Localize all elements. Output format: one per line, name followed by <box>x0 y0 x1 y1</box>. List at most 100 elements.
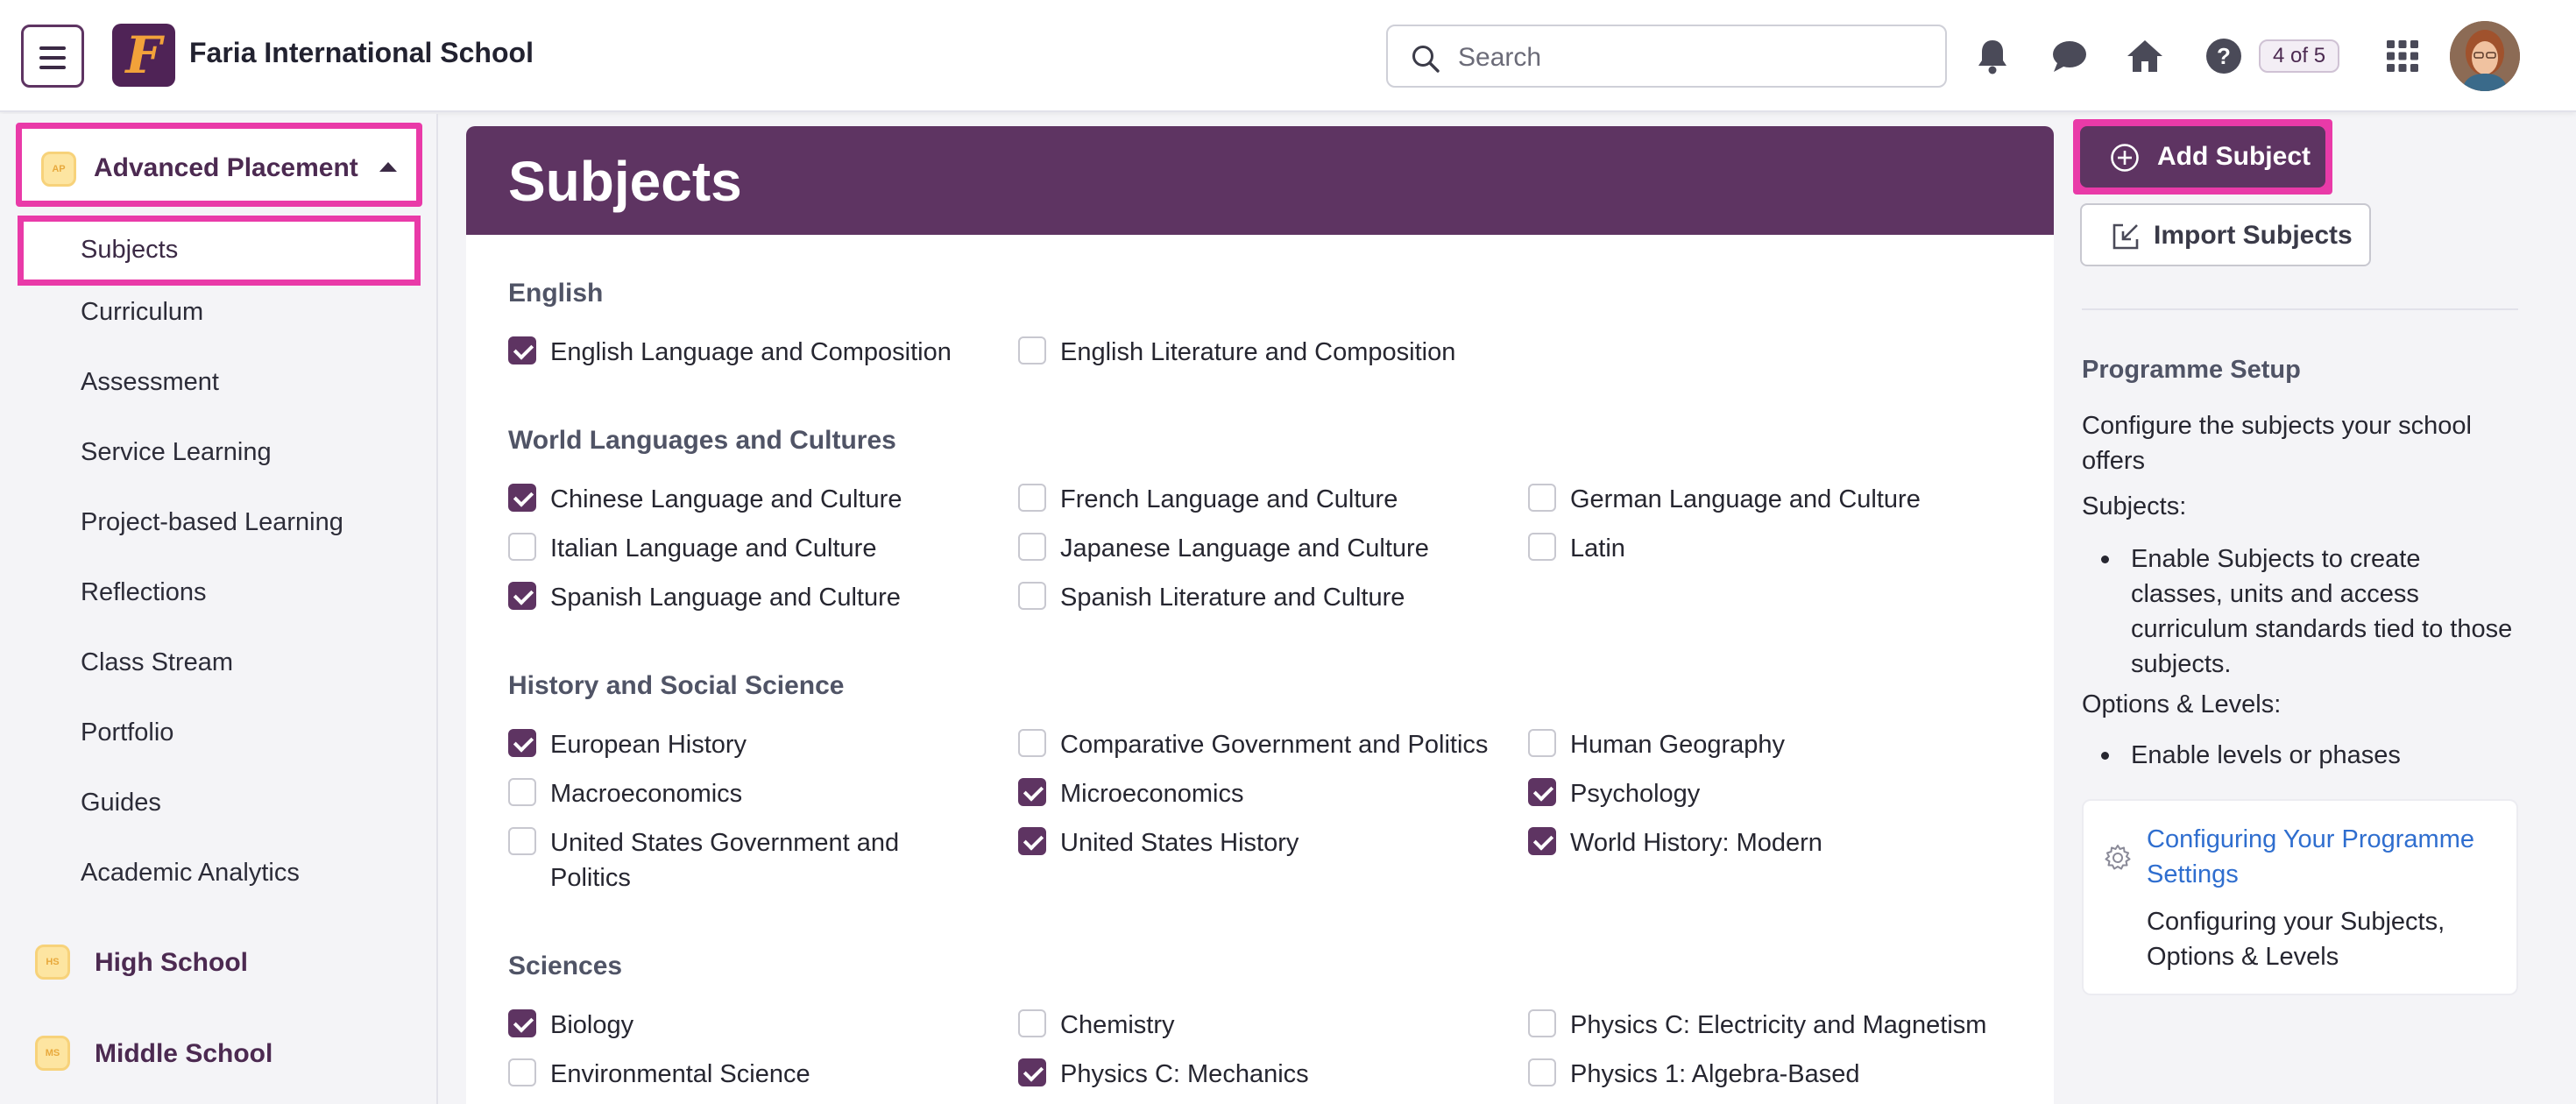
home-icon[interactable] <box>2124 35 2166 77</box>
subject-label: United States Government and Politics <box>550 829 900 892</box>
school-logo[interactable]: F <box>112 24 175 87</box>
subject-checkbox[interactable] <box>1528 778 1556 806</box>
subject-checkbox[interactable] <box>508 533 536 561</box>
programme-setup-title: Programme Setup <box>2082 356 2301 384</box>
sidebar-item-reflections[interactable]: Reflections <box>81 578 206 607</box>
programme-setup-description: Configure the subjects your school offer… <box>2082 412 2472 475</box>
subject-checkbox[interactable] <box>1018 484 1046 512</box>
subject-label: Italian Language and Culture <box>550 534 877 563</box>
gear-icon <box>2105 845 2131 870</box>
subject-checkbox[interactable] <box>1018 336 1046 364</box>
page-header: Subjects <box>466 126 2054 235</box>
subject-label: Environmental Science <box>550 1060 810 1088</box>
top-bar: F Faria International School ? 4 of 5 <box>0 0 2576 112</box>
sidebar-item-service-learning[interactable]: Service Learning <box>81 438 272 467</box>
svg-text:?: ? <box>2217 43 2231 69</box>
subject-checkbox[interactable] <box>1528 827 1556 855</box>
import-subjects-label: Import Subjects <box>2154 221 2353 250</box>
subject-checkbox[interactable] <box>1018 582 1046 610</box>
subject-checkbox[interactable] <box>508 729 536 757</box>
user-avatar[interactable] <box>2450 21 2520 91</box>
logo-letter: F <box>125 25 162 85</box>
options-help-list: Enable levels or phases <box>2082 738 2518 773</box>
subject-checkbox[interactable] <box>508 1009 536 1037</box>
subject-label: European History <box>550 731 747 759</box>
subject-checkbox[interactable] <box>1528 1058 1556 1086</box>
caret-up-icon <box>379 162 397 172</box>
subject-checkbox[interactable] <box>1018 778 1046 806</box>
subject-checkbox[interactable] <box>1018 1009 1046 1037</box>
subject-label: Physics C: Electricity and Magnetism <box>1570 1011 1987 1039</box>
progress-badge[interactable]: 4 of 5 <box>2259 39 2340 73</box>
subject-label: Comparative Government and Politics <box>1060 731 1489 759</box>
help-article-card: Configuring Your Programme Settings Conf… <box>2082 799 2518 995</box>
subject-checkbox[interactable] <box>508 827 536 855</box>
options-heading: Options & Levels: <box>2082 690 2282 718</box>
subjects-help-list: Enable Subjects to create classes, units… <box>2082 541 2518 682</box>
subject-label: Chemistry <box>1060 1011 1175 1039</box>
menu-line <box>39 46 66 50</box>
subject-label: Spanish Literature and Culture <box>1060 584 1405 612</box>
sidebar-item-curriculum[interactable]: Curriculum <box>81 298 203 327</box>
add-subject-button[interactable]: Add Subject <box>2073 119 2332 195</box>
help-article-link[interactable]: Configuring Your Programme Settings <box>2147 822 2506 892</box>
sidebar-item-academic-analytics[interactable]: Academic Analytics <box>81 859 300 888</box>
subject-label: Human Geography <box>1570 731 1786 759</box>
subject-label: French Language and Culture <box>1060 485 1398 513</box>
category-title-english: English <box>508 279 604 308</box>
subject-checkbox[interactable] <box>1018 1058 1046 1086</box>
category-title-world-languages: World Languages and Cultures <box>508 426 896 455</box>
subject-checkbox[interactable] <box>1018 533 1046 561</box>
import-icon <box>2112 223 2139 250</box>
subject-label: German Language and Culture <box>1570 485 1921 513</box>
subject-checkbox[interactable] <box>1528 1009 1556 1037</box>
sidebar: AP Advanced Placement Subjects Curriculu… <box>0 114 438 1104</box>
bell-icon[interactable] <box>1971 35 2013 77</box>
subject-checkbox[interactable] <box>1528 729 1556 757</box>
import-subjects-button[interactable]: Import Subjects <box>2080 203 2371 266</box>
apps-grid-icon[interactable] <box>2381 35 2424 77</box>
category-title-history: History and Social Science <box>508 671 845 700</box>
sidebar-item-project-based-learning[interactable]: Project-based Learning <box>81 508 343 537</box>
subject-checkbox[interactable] <box>508 336 536 364</box>
help-icon[interactable]: ? <box>2203 35 2245 77</box>
subject-label: English Literature and Composition <box>1060 338 1456 366</box>
subjects-panel: Subjects English English Language and Co… <box>466 126 2054 1104</box>
hs-badge-icon: HS <box>35 945 70 980</box>
subject-checkbox[interactable] <box>1018 729 1046 757</box>
sidebar-item-portfolio[interactable]: Portfolio <box>81 718 173 747</box>
sidebar-item-class-stream[interactable]: Class Stream <box>81 648 233 677</box>
programme-label: Middle School <box>95 1039 273 1068</box>
subject-checkbox[interactable] <box>1528 484 1556 512</box>
plus-circle-icon <box>2111 144 2139 172</box>
sidebar-item-subjects[interactable]: Subjects <box>18 216 421 286</box>
subject-label: Macroeconomics <box>550 780 743 808</box>
programme-selector[interactable]: AP Advanced Placement <box>16 123 422 207</box>
subject-checkbox[interactable] <box>508 582 536 610</box>
school-name[interactable]: Faria International School <box>189 37 534 69</box>
options-help-bullet: Enable levels or phases <box>2082 738 2518 773</box>
subject-checkbox[interactable] <box>508 1058 536 1086</box>
search-input[interactable] <box>1458 39 1914 77</box>
subject-label: United States History <box>1060 829 1299 857</box>
subject-checkbox[interactable] <box>508 484 536 512</box>
subject-label: Japanese Language and Culture <box>1060 534 1429 563</box>
subject-checkbox[interactable] <box>1528 533 1556 561</box>
subject-checkbox[interactable] <box>1018 827 1046 855</box>
subject-label: Spanish Language and Culture <box>550 584 901 612</box>
sidebar-item-guides[interactable]: Guides <box>81 789 161 817</box>
chat-icon[interactable] <box>2049 35 2091 77</box>
subject-label: Chinese Language and Culture <box>550 485 902 513</box>
subjects-heading: Subjects: <box>2082 492 2187 520</box>
help-article-description: Configuring your Subjects, Options & Lev… <box>2147 908 2445 971</box>
subject-label: Psychology <box>1570 780 1701 808</box>
sidebar-item-assessment[interactable]: Assessment <box>81 368 219 397</box>
add-subject-label: Add Subject <box>2157 142 2311 171</box>
menu-line <box>39 66 66 69</box>
search-box[interactable] <box>1386 25 1947 88</box>
subject-checkbox[interactable] <box>508 778 536 806</box>
page-title: Subjects <box>508 150 742 213</box>
divider <box>2082 308 2518 310</box>
hamburger-menu-button[interactable] <box>21 25 84 88</box>
subject-label: Biology <box>550 1011 634 1039</box>
